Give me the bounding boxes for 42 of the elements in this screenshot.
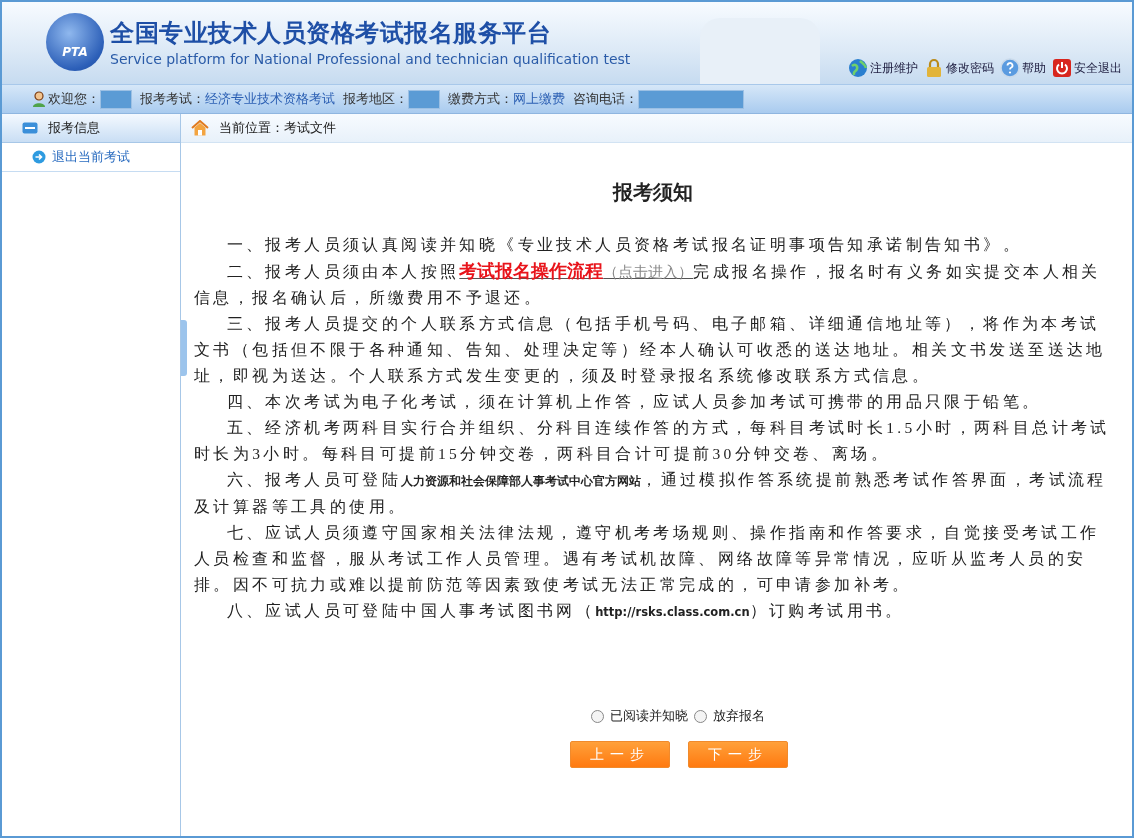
info-value: 经济专业技术资格考试: [205, 90, 335, 108]
header-link[interactable]: 帮助: [1000, 58, 1046, 78]
radio-button[interactable]: [694, 709, 707, 723]
user-icon: [32, 91, 46, 107]
header-link[interactable]: 安全退出: [1052, 58, 1122, 78]
sidebar-heading: 报考信息: [2, 114, 180, 143]
site-subtitle: Service platform for National Professional and technician qualification test: [110, 51, 631, 67]
notice-paragraph: 八、应试人员可登陆中国人事考试图书网（http://rsks.class.com.cn）订购考试用书。: [225, 601, 906, 621]
panel-icon: [22, 122, 38, 134]
masked-value: [408, 89, 440, 109]
notice-paragraph: 四、本次考试为电子化考试，须在计算机上作答，应试人员参加考试可携带的用品只限于铅笔。: [225, 392, 1043, 412]
radio-option[interactable]: 放弃报名: [694, 707, 765, 725]
notice-paragraph: 二、报考人员须由本人按照 考试报名操作流程（点击进入）完成报名操作，报名时有义务如实提交本人相关信息，报名确认后，所缴费用不予退还。: [194, 260, 1102, 308]
notice-title: 报考须知: [611, 179, 694, 206]
info-label: 缴费方式：: [448, 90, 513, 108]
notice-paragraph: 三、报考人员提交的个人联系方式信息（包括手机号码、电子邮箱、详细通信地址等），将作为本考试文书（包括但不限于各种通知、告知、处理决定等）经本人确认可收悉的送达地址。相关文书发送至送达地址，即视为送达。个人联系方式发生变更的，须及时登录报名系统修改联系方式信息。: [194, 314, 1107, 386]
help-icon: [1000, 58, 1020, 78]
lock-icon: [924, 58, 944, 78]
notice-paragraph: 六、报考人员可登陆人力资源和社会保障部人事考试中心官方网站，通过模拟作答系统提前熟悉考试作答界面，考试流程及计算器等工具的使用。: [194, 470, 1108, 517]
notice-paragraph: 五、经济机考两科目实行合并组织、分科目连续作答的方式，每科目考试时长1.5小时，两科目总计考试时长为3小时。每科目可提前15分钟交卷，两科目合计可提前30分钟交卷、离场。: [194, 418, 1111, 464]
info-label: 报考考试：: [140, 90, 205, 108]
breadcrumb-text: 当前位置：考试文件: [219, 119, 336, 137]
info-label: 报考地区：: [343, 90, 408, 108]
notice-paragraph: 七、应试人员须遵守国家相关法律法规，遵守机考考场规则、操作指南和作答要求，自觉接受考试工作人员检查和监督，服从考试工作人员管理。遇有考试机故障、网络故障等异常情况，应听从监考人员的安排。因不可抗力或难以提前防范等因素致使考试无法正常完成的，可申请参加补考。: [194, 523, 1101, 595]
info-value: 网上缴费: [513, 90, 565, 108]
header-link[interactable]: 注册维护: [848, 58, 918, 78]
info-label: 咨询电话：: [573, 90, 638, 108]
logo-text: PTA: [62, 45, 88, 59]
home-icon: [191, 120, 209, 136]
sidebar-item[interactable]: 退出当前考试: [2, 143, 180, 172]
radio-option[interactable]: 已阅读并知晓: [591, 707, 688, 725]
radio-button[interactable]: [591, 709, 604, 723]
arrow-circle-icon: [32, 150, 46, 164]
procedure-link[interactable]: 考试报名操作流程（点击进入）: [459, 263, 694, 280]
power-icon: [1052, 58, 1072, 78]
header-link[interactable]: 修改密码: [924, 58, 994, 78]
globe-icon: [848, 58, 868, 78]
notice-paragraph: 一、报考人员须认真阅读并知晓《专业技术人员资格考试报名证明事项告知承诺制告知书》。: [225, 235, 1023, 255]
info-label: 欢迎您：: [48, 90, 100, 108]
masked-value: [100, 89, 132, 109]
site-title: 全国专业技术人员资格考试报名服务平台: [110, 18, 552, 49]
collapse-handle[interactable]: [181, 320, 187, 376]
